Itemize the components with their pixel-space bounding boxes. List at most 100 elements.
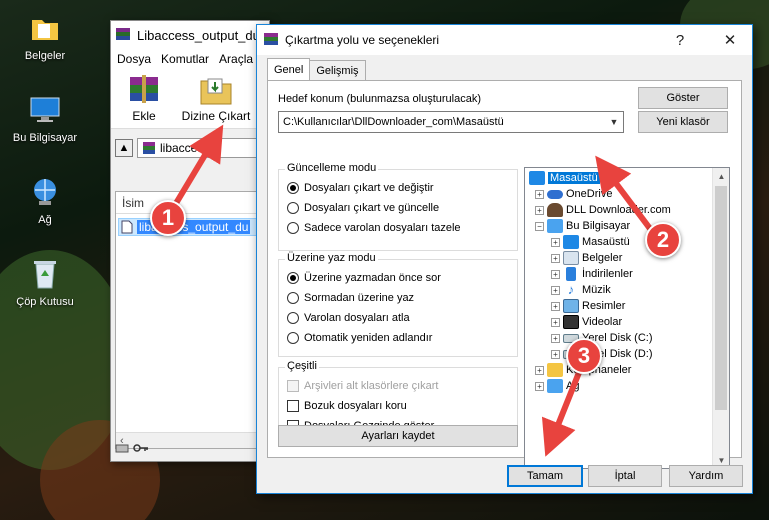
tree-item-label: İndirilenler — [582, 268, 633, 280]
close-icon: ✕ — [723, 32, 737, 49]
tree-item-disk-c[interactable]: + Yerel Disk (C:) — [551, 330, 653, 346]
desktop-icon-recycle-bin[interactable]: Çöp Kutusu — [0, 256, 90, 308]
show-button[interactable]: Göster — [638, 87, 728, 109]
tree-item-label: OneDrive — [566, 188, 613, 200]
desktop-folder-icon — [529, 171, 545, 185]
tree-item-label: Ağ — [566, 380, 580, 392]
tree-item-this-pc[interactable]: − Bu Bilgisayar — [535, 218, 630, 234]
expand-icon[interactable]: + — [551, 269, 560, 279]
expand-icon[interactable]: + — [551, 333, 560, 343]
option-label: Sadece varolan dosyaları tazele — [304, 222, 461, 234]
chevron-down-icon[interactable]: ▼ — [605, 112, 623, 132]
radio-skip-existing[interactable]: Varolan dosyaları atla — [287, 312, 410, 324]
destination-label: Hedef konum (bulunmazsa oluşturulacak) — [278, 93, 481, 105]
cancel-button[interactable]: İptal — [588, 465, 662, 487]
scroll-thumb[interactable] — [715, 186, 727, 410]
expand-icon[interactable]: + — [551, 237, 560, 247]
option-label: Dosyaları çıkart ve güncelle — [304, 202, 440, 214]
column-header-name[interactable]: İsim — [116, 192, 268, 214]
cloud-icon — [547, 189, 563, 199]
step-badge-1: 1 — [150, 200, 186, 236]
file-row-selected[interactable]: libaccess_output_du — [118, 218, 266, 236]
option-label: Otomatik yeniden adlandır — [304, 332, 433, 344]
expand-icon[interactable]: + — [551, 253, 560, 263]
tree-scrollbar[interactable]: ▲ ▼ — [712, 168, 729, 468]
tree-item-label: Masaüstü — [582, 236, 630, 248]
tree-item-videos[interactable]: + Videolar — [551, 314, 622, 330]
tree-item-onedrive[interactable]: + OneDrive — [535, 186, 612, 202]
winrar-address-box[interactable]: libaccess_ — [137, 138, 265, 158]
expand-icon[interactable]: + — [551, 349, 560, 359]
menu-komutlar[interactable]: Komutlar — [161, 52, 209, 66]
checkbox-keep-broken-files[interactable]: Bozuk dosyaları koru — [287, 400, 407, 412]
desktop-icon-label: Belgeler — [24, 50, 66, 62]
update-mode-group: Güncelleme modu Dosyaları çıkart ve deği… — [278, 162, 518, 251]
new-folder-button[interactable]: Yeni klasör — [638, 111, 728, 133]
dialog-tabs: Genel Gelişmiş — [267, 58, 366, 80]
radio-fresh-existing[interactable]: Sadece varolan dosyaları tazele — [287, 222, 461, 234]
radio-extract-replace[interactable]: Dosyaları çıkart ve değiştir — [287, 182, 434, 194]
user-icon — [547, 203, 563, 217]
scroll-up-arrow-icon[interactable]: ▲ — [713, 168, 729, 184]
music-note-icon: ♪ — [567, 282, 575, 297]
add-button[interactable]: Ekle — [121, 73, 167, 124]
desktop-folder-icon — [563, 235, 579, 249]
radio-button — [287, 272, 299, 284]
expand-icon[interactable]: + — [535, 381, 544, 391]
expand-icon[interactable]: + — [551, 317, 560, 327]
help-titlebar-button[interactable]: ? — [658, 25, 702, 55]
desktop-icon-network[interactable]: Ağ — [0, 174, 90, 226]
tree-item-network[interactable]: + Ağ — [535, 378, 579, 394]
radio-ask-before-overwrite[interactable]: Üzerine yazmadan önce sor — [287, 272, 441, 284]
ok-button[interactable]: Tamam — [507, 465, 583, 487]
tree-item-downloads[interactable]: + İndirilenler — [551, 266, 633, 282]
pictures-icon — [563, 299, 579, 313]
expand-icon[interactable]: + — [535, 189, 544, 199]
close-button[interactable]: ✕ — [708, 25, 752, 55]
winrar-window: Libaccess_output_du Dosya Komutlar Araçl… — [110, 20, 270, 462]
tree-item-user[interactable]: + DLL Downloader.com — [535, 202, 671, 218]
expand-icon[interactable]: + — [535, 365, 544, 375]
up-folder-button[interactable]: ▲ — [115, 139, 133, 157]
option-label: Arşivleri alt klasörlere çıkart — [304, 380, 439, 392]
tree-item-music[interactable]: + ♪ Müzik — [551, 282, 611, 298]
radio-extract-update[interactable]: Dosyaları çıkart ve güncelle — [287, 202, 439, 214]
radio-auto-rename[interactable]: Otomatik yeniden adlandır — [287, 332, 432, 344]
key-icon — [133, 443, 149, 456]
destination-path-combo[interactable]: C:\Kullanıcılar\DllDownloader_com\Masaüs… — [278, 111, 624, 133]
tree-item-pictures[interactable]: + Resimler — [551, 298, 625, 314]
up-arrow-icon: ▲ — [118, 142, 130, 154]
winrar-titlebar[interactable]: Libaccess_output_du — [111, 21, 269, 49]
tree-item-desktop-root[interactable]: Masaüstü — [529, 170, 600, 186]
radio-button — [287, 312, 299, 324]
tree-item-documents[interactable]: + Belgeler — [551, 250, 622, 266]
desktop-icon-documents[interactable]: Belgeler — [0, 10, 90, 62]
collapse-icon[interactable]: − — [535, 221, 544, 231]
tab-general[interactable]: Genel — [267, 58, 311, 80]
network-icon — [27, 174, 63, 210]
winrar-address-bar: ▲ libaccess_ — [111, 135, 269, 161]
expand-icon[interactable]: + — [535, 205, 544, 215]
radio-button — [287, 332, 299, 344]
save-settings-button[interactable]: Ayarları kaydet — [278, 425, 518, 447]
desktop-icon-label: Ağ — [38, 214, 52, 226]
extract-to-button[interactable]: Dizine Çıkart — [181, 73, 251, 124]
tree-item-desktop[interactable]: + Masaüstü — [551, 234, 630, 250]
destination-path-value: C:\Kullanıcılar\DllDownloader_com\Masaüs… — [283, 116, 504, 128]
overwrite-mode-title: Üzerine yaz modu — [285, 252, 378, 264]
menu-dosya[interactable]: Dosya — [117, 52, 151, 66]
extract-to-label: Dizine Çıkart — [181, 109, 251, 123]
winrar-address-text: libaccess_ — [160, 141, 217, 155]
expand-icon[interactable]: + — [551, 301, 560, 311]
desktop-icon-this-pc[interactable]: Bu Bilgisayar — [0, 92, 90, 144]
extract-dialog: Çıkartma yolu ve seçenekleri ? ✕ Genel G… — [256, 24, 753, 494]
radio-overwrite-without-prompt[interactable]: Sormadan üzerine yaz — [287, 292, 414, 304]
help-button[interactable]: Yardım — [669, 465, 743, 487]
expand-icon[interactable]: + — [551, 285, 560, 295]
tab-advanced[interactable]: Gelişmiş — [309, 60, 366, 80]
menu-araclar[interactable]: Araçla — [219, 52, 253, 66]
winrar-file-list: İsim libaccess_output_du ‹ — [115, 191, 269, 449]
dialog-titlebar[interactable]: Çıkartma yolu ve seçenekleri ? ✕ — [257, 25, 752, 55]
checkbox-extract-to-subfolders[interactable]: Arşivleri alt klasörlere çıkart — [287, 380, 438, 392]
winrar-menubar: Dosya Komutlar Araçla — [111, 49, 269, 69]
